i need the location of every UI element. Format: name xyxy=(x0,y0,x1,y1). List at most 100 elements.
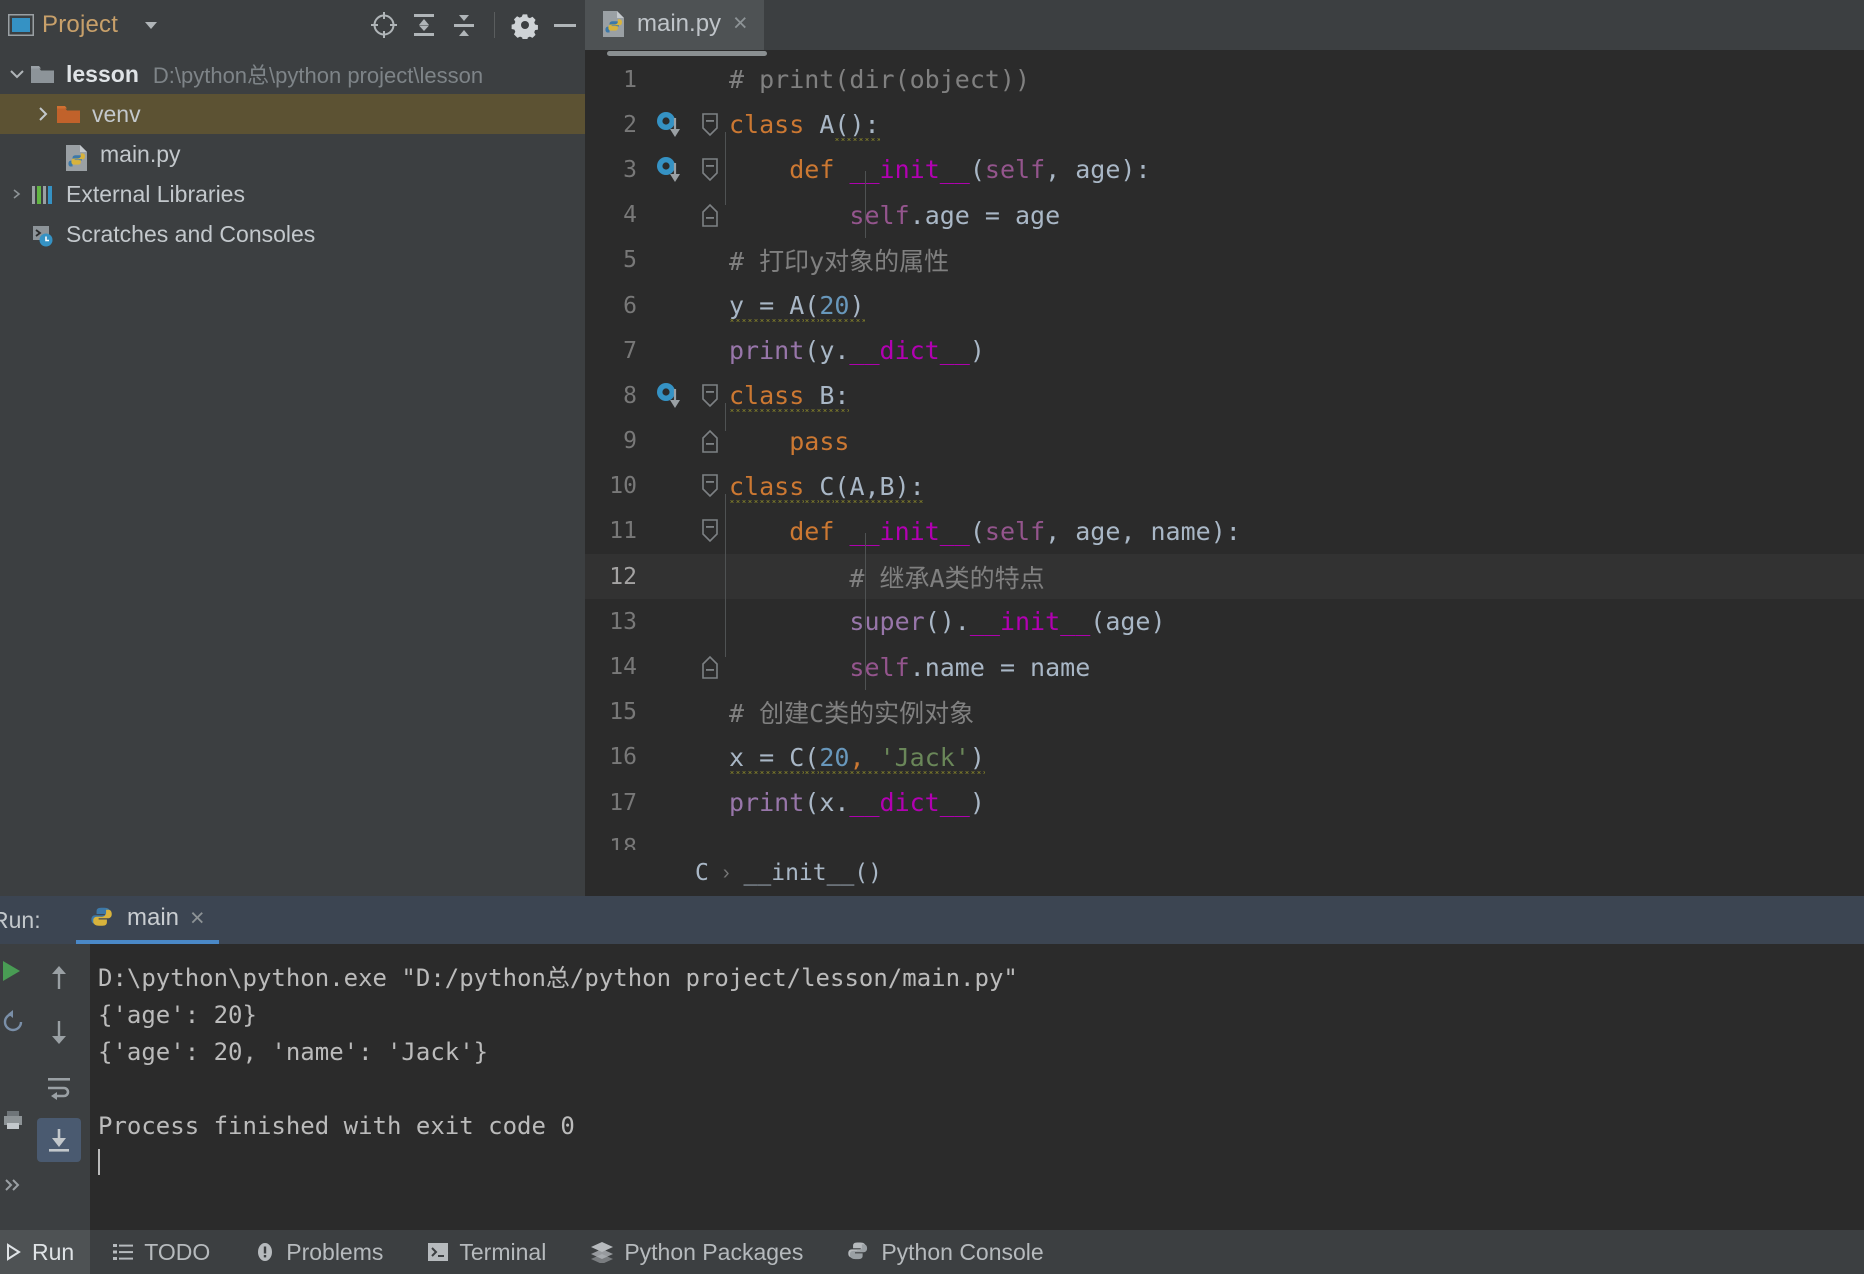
collapse-all-icon[interactable] xyxy=(444,5,484,45)
code-text: print(y.__dict__) xyxy=(729,336,985,366)
tree-node-scratches-and-consoles[interactable]: Scratches and Consoles xyxy=(0,214,585,254)
code-fold-open-icon[interactable] xyxy=(693,473,727,499)
status-item-label: Problems xyxy=(286,1238,384,1265)
scroll-down-icon[interactable] xyxy=(37,1010,81,1054)
code-line[interactable]: 2 class A(): xyxy=(585,102,1864,147)
line-number: 8 xyxy=(623,382,637,409)
code-text: y = A(20) xyxy=(729,291,865,321)
expand-icon[interactable] xyxy=(2,1174,24,1196)
line-number: 15 xyxy=(609,699,637,726)
code-text: def __init__(self, age, name): xyxy=(789,516,1241,546)
run-panel-label: Run: xyxy=(0,907,41,933)
status-item-label: Python Packages xyxy=(624,1238,804,1265)
code-text: print(x.__dict__) xyxy=(729,788,985,818)
code-editor[interactable]: 1 # print(dir(object)) 2 class A(): 3 def __… xyxy=(585,50,1864,850)
code-line[interactable]: 11 def __init__(self, age, name): xyxy=(585,509,1864,554)
tree-node-main-py[interactable]: main.py xyxy=(0,134,585,174)
scroll-up-icon[interactable] xyxy=(37,956,81,1000)
status-item-python-console[interactable]: Python Console xyxy=(825,1230,1065,1274)
minimize-icon[interactable] xyxy=(545,5,585,45)
editor-breadcrumb: C › __init__() xyxy=(585,850,1864,896)
libraries-icon xyxy=(30,184,56,205)
code-fold-end-icon[interactable] xyxy=(693,202,727,228)
line-number: 1 xyxy=(623,66,637,93)
tree-node-lesson[interactable]: lesson D:\python总\python project\lesson xyxy=(0,54,585,94)
line-number: 7 xyxy=(623,337,637,364)
code-fold-end-icon[interactable] xyxy=(693,654,727,680)
project-panel-title[interactable]: Project xyxy=(42,11,118,39)
run-class-gutter-icon[interactable] xyxy=(647,381,693,411)
top-row: Project main.py × xyxy=(0,0,1864,50)
code-line[interactable]: 4 self.age = age xyxy=(585,193,1864,238)
code-line[interactable]: 15 # 创建C类的实例对象 xyxy=(585,690,1864,735)
console-line: D:\python\python.exe "D:/python总/python … xyxy=(98,964,1018,992)
editor-horizontal-scrollbar[interactable] xyxy=(585,50,1864,57)
toolbar-divider xyxy=(494,12,495,38)
breadcrumb-item-method[interactable]: __init__() xyxy=(744,860,882,886)
scroll-to-end-icon[interactable] xyxy=(37,1118,81,1162)
run-tab-label: main xyxy=(127,904,180,931)
code-line[interactable]: 13 super().__init__(age) xyxy=(585,599,1864,644)
expand-all-icon[interactable] xyxy=(404,5,444,45)
code-line[interactable]: 18 xyxy=(585,825,1864,850)
breadcrumb-item-class[interactable]: C xyxy=(695,860,709,886)
scratches-icon xyxy=(30,224,56,246)
tree-node-label: External Libraries xyxy=(66,180,245,207)
code-line[interactable]: 6 y = A(20) xyxy=(585,283,1864,328)
close-icon[interactable]: × xyxy=(731,11,750,36)
tree-node-external-libraries[interactable]: External Libraries xyxy=(0,174,585,214)
code-line[interactable]: 17 print(x.__dict__) xyxy=(585,780,1864,825)
code-text: # print(dir(object)) xyxy=(729,65,1031,95)
code-line[interactable]: 10 class C(A,B): xyxy=(585,464,1864,509)
code-line[interactable]: 16 x = C(20, 'Jack') xyxy=(585,735,1864,780)
code-fold-open-icon[interactable] xyxy=(693,383,727,409)
console-caret xyxy=(98,1145,1864,1182)
tree-node-venv[interactable]: venv xyxy=(0,94,585,134)
run-console-output[interactable]: D:\python\python.exe "D:/python总/python … xyxy=(90,944,1864,1230)
locate-target-icon[interactable] xyxy=(364,5,404,45)
code-line[interactable]: 9 pass xyxy=(585,419,1864,464)
code-fold-open-icon[interactable] xyxy=(693,518,727,544)
tree-node-label: Scratches and Consoles xyxy=(66,220,316,247)
code-fold-end-icon[interactable] xyxy=(693,428,727,454)
code-fold-open-icon[interactable] xyxy=(693,112,727,138)
tree-node-label: main.py xyxy=(100,140,181,167)
gear-icon[interactable] xyxy=(505,5,545,45)
code-text: # 创建C类的实例对象 xyxy=(729,699,975,729)
chevron-down-icon[interactable] xyxy=(4,65,30,83)
editor-tab-main-py[interactable]: main.py × xyxy=(585,0,764,50)
chevron-down-icon[interactable] xyxy=(140,14,162,36)
run-class-gutter-icon[interactable] xyxy=(647,155,693,185)
print-icon[interactable] xyxy=(2,1110,24,1130)
run-class-gutter-icon[interactable] xyxy=(647,110,693,140)
code-line[interactable]: 14 self.name = name xyxy=(585,644,1864,689)
folder-icon xyxy=(30,64,56,85)
soft-wrap-icon[interactable] xyxy=(37,1064,81,1108)
terminal-icon xyxy=(427,1241,449,1263)
code-text: super().__init__(age) xyxy=(849,607,1166,637)
console-line: {'age': 20} xyxy=(98,1001,257,1029)
rerun-icon[interactable] xyxy=(1,1010,25,1034)
close-icon[interactable]: × xyxy=(190,905,205,931)
code-line[interactable]: 7 print(y.__dict__) xyxy=(585,328,1864,373)
code-line[interactable]: 8 class B: xyxy=(585,373,1864,418)
tree-node-label: lesson xyxy=(66,60,139,87)
code-line[interactable]: 5 # 打印y对象的属性 xyxy=(585,238,1864,283)
status-item-problems[interactable]: Problems xyxy=(232,1230,405,1274)
code-line[interactable]: 1 # print(dir(object)) xyxy=(585,57,1864,102)
status-item-terminal[interactable]: Terminal xyxy=(405,1230,568,1274)
chevron-right-small-icon[interactable] xyxy=(4,187,30,201)
chevron-right-icon[interactable] xyxy=(30,105,56,123)
status-item-todo[interactable]: TODO xyxy=(90,1230,232,1274)
status-run-button[interactable]: Run xyxy=(0,1230,91,1274)
code-line[interactable]: 12 # 继承A类的特点 xyxy=(585,554,1864,600)
run-tab-main[interactable]: main × xyxy=(76,896,219,944)
code-text: # 继承A类的特点 xyxy=(849,563,1045,593)
run-icon[interactable] xyxy=(0,958,24,984)
code-line[interactable]: 3 def __init__(self, age): xyxy=(585,147,1864,192)
folder-orange-icon xyxy=(56,104,82,125)
editor-tab-strip: main.py × xyxy=(585,0,1864,50)
python-console-icon xyxy=(847,1240,871,1264)
code-fold-open-icon[interactable] xyxy=(693,157,727,183)
status-item-python-packages[interactable]: Python Packages xyxy=(568,1230,825,1274)
